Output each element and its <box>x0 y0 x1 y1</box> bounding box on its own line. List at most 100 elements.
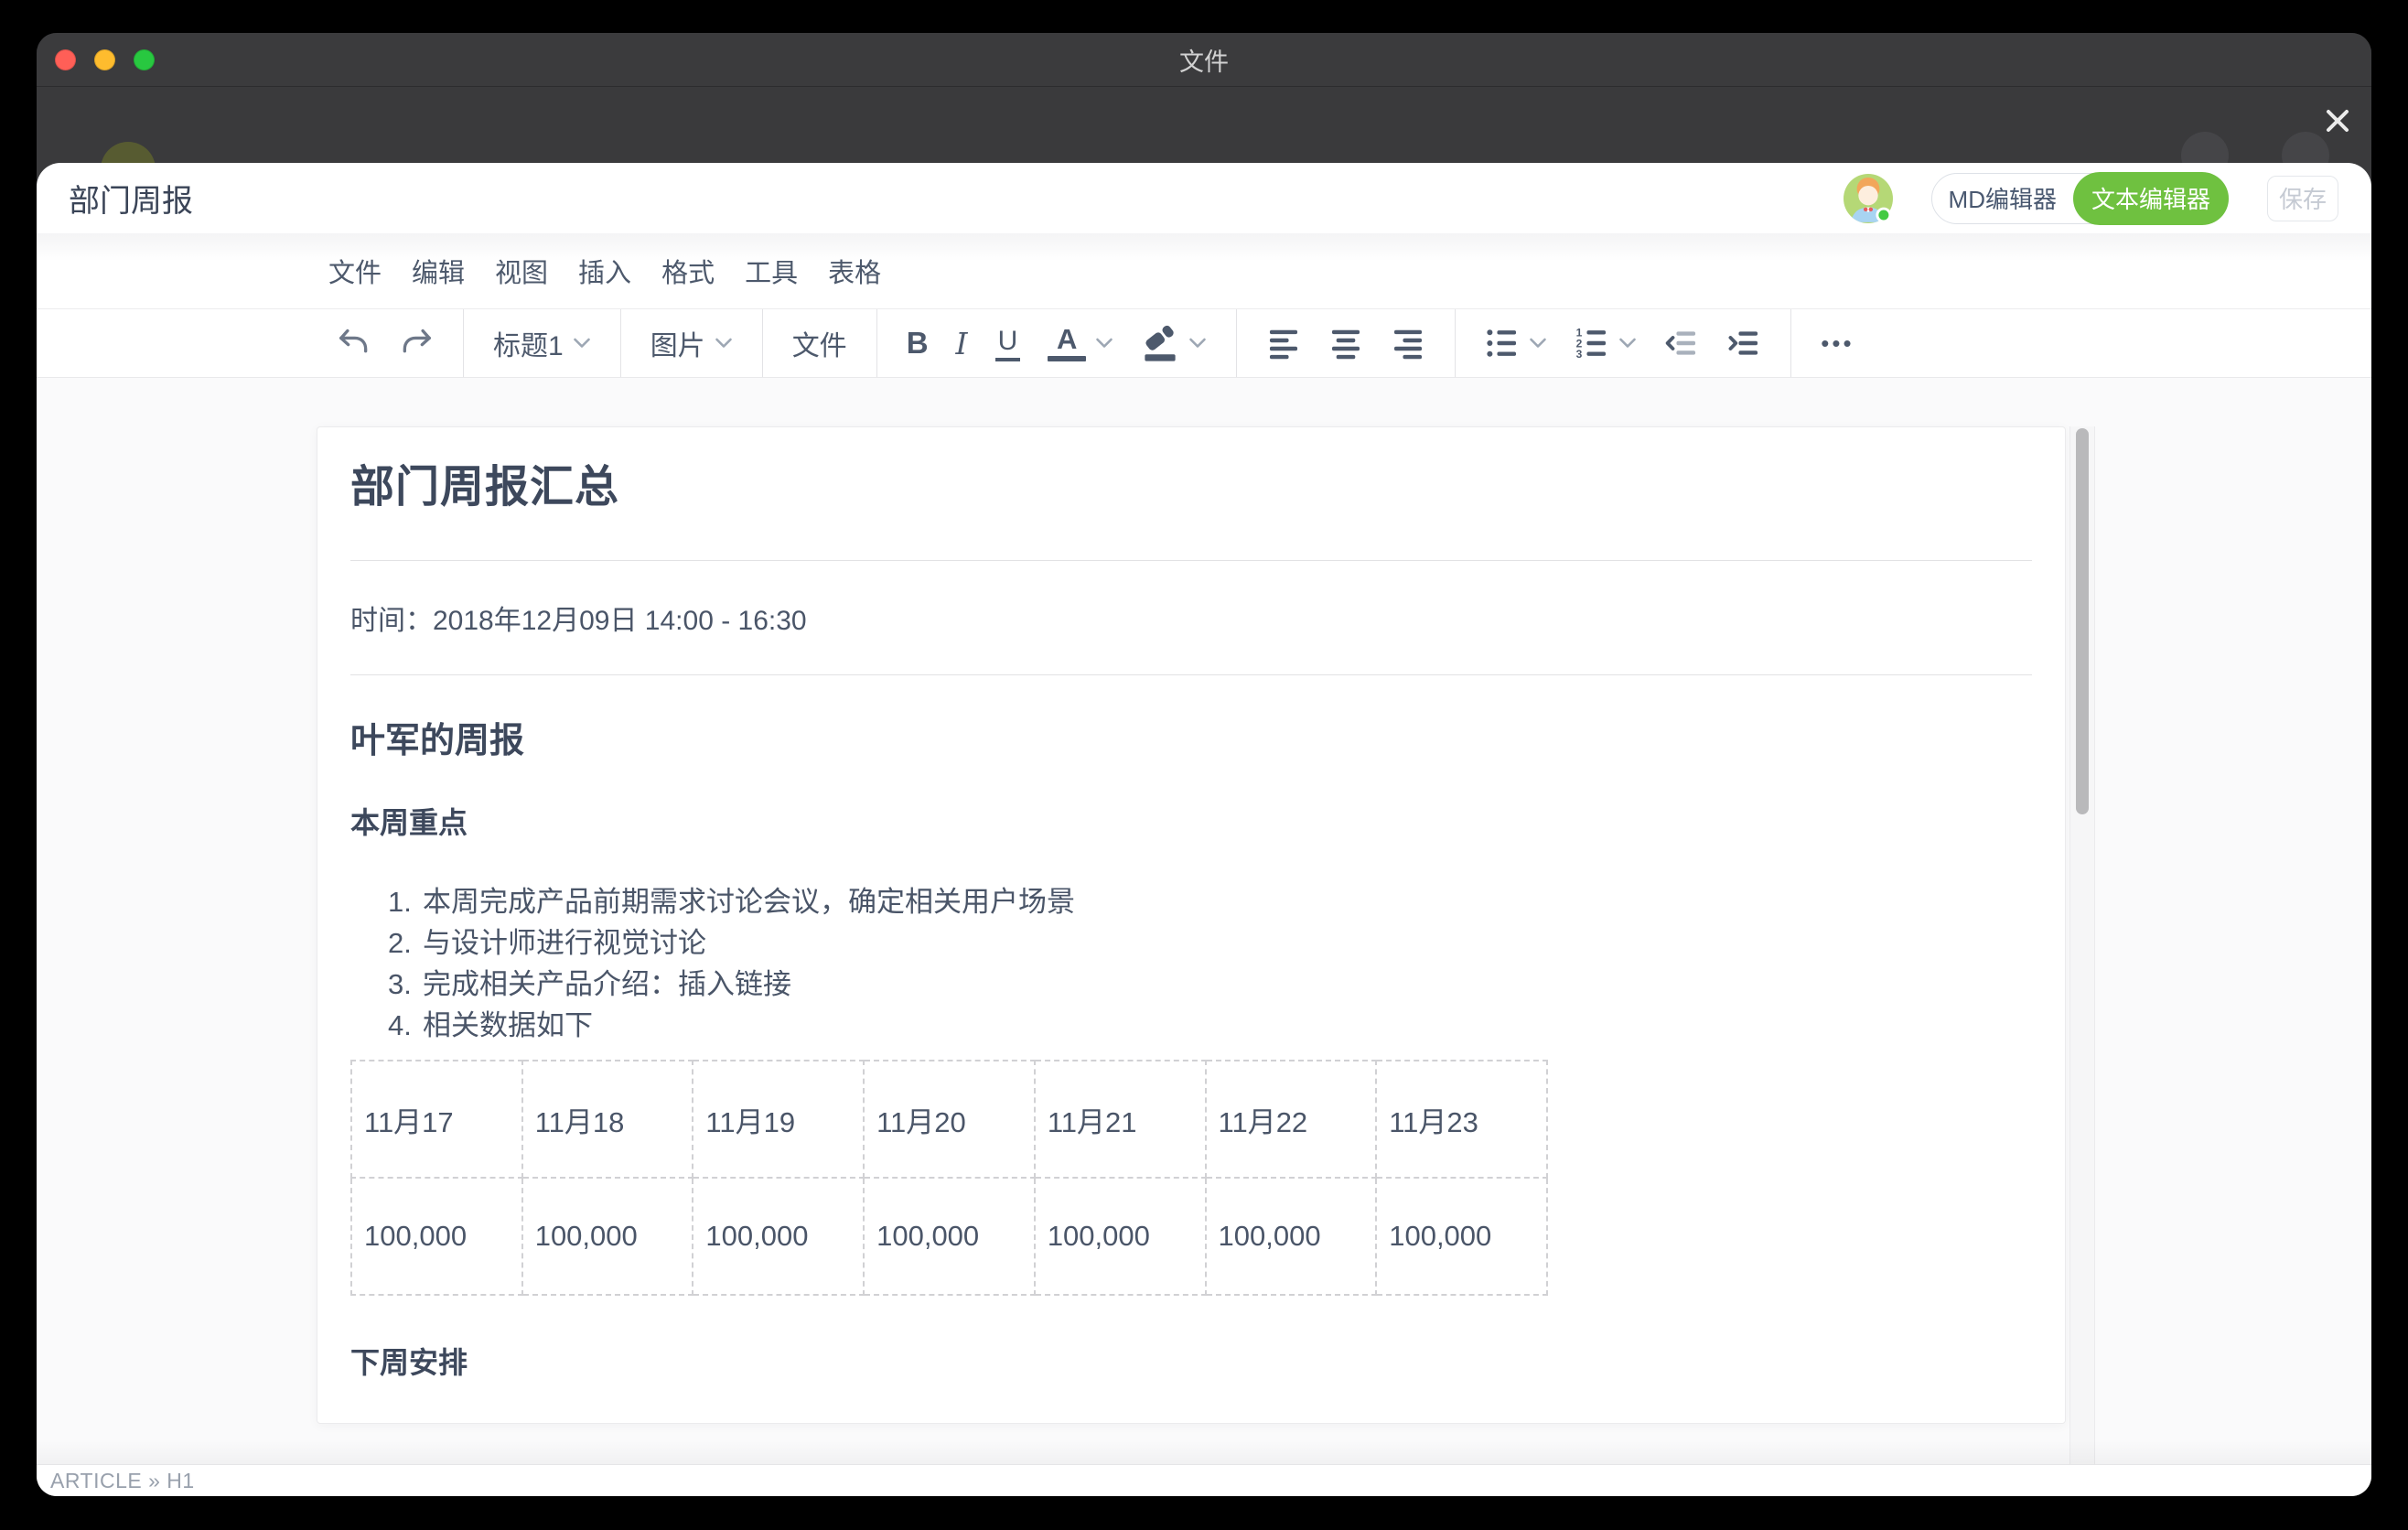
window-title: 文件 <box>1179 42 1229 78</box>
doc-heading-3-next: 下周安排 <box>350 1344 2032 1381</box>
list-text: 与设计师进行视觉讨论 <box>423 922 706 964</box>
scrollbar-thumb[interactable] <box>2076 428 2089 814</box>
more-tools-button[interactable]: ••• <box>1821 329 1854 358</box>
list-item: 1. 本周完成产品前期需求讨论会议，确定相关用户场景 <box>350 881 2032 922</box>
doc-heading-2: 叶军的周报 <box>350 721 2032 763</box>
outdent-button[interactable] <box>1664 326 1699 361</box>
numbered-list-button[interactable]: 1 2 3 <box>1575 326 1637 361</box>
indent-button[interactable] <box>1726 326 1761 361</box>
table-cell[interactable]: 100,000 <box>693 1178 864 1295</box>
text-editor-button[interactable]: 文本编辑器 <box>2073 172 2229 225</box>
list-marker: 4. <box>388 1005 423 1046</box>
bold-button[interactable]: B <box>907 326 929 361</box>
doc-time-line: 时间：2018年12月09日 14:00 - 16:30 <box>350 603 2032 640</box>
insert-file-button[interactable]: 文件 <box>792 323 847 363</box>
menu-item-edit[interactable]: 编辑 <box>412 252 465 290</box>
menu-item-format[interactable]: 格式 <box>661 252 715 290</box>
insert-image-dropdown[interactable]: 图片 <box>650 323 733 363</box>
table-cell[interactable]: 100,000 <box>1206 1178 1377 1295</box>
document-page[interactable]: 部门周报汇总 时间：2018年12月09日 14:00 - 16:30 叶军的周… <box>317 426 2066 1424</box>
divider <box>350 560 2032 561</box>
dim-overlay: 部门周报 <box>37 87 2371 1496</box>
menu-item-insert[interactable]: 插入 <box>578 252 631 290</box>
zoom-traffic-button[interactable] <box>134 49 155 70</box>
highlight-color-button[interactable] <box>1141 324 1207 362</box>
insert-image-label: 图片 <box>650 323 705 363</box>
outdent-icon <box>1664 326 1699 361</box>
align-left-icon <box>1266 326 1301 361</box>
align-right-icon <box>1391 326 1425 361</box>
italic-button[interactable]: I <box>956 326 968 361</box>
table-cell[interactable]: 11月18 <box>522 1061 693 1178</box>
close-traffic-button[interactable] <box>55 49 76 70</box>
align-left-button[interactable] <box>1266 326 1301 361</box>
avatar[interactable] <box>1844 174 1893 223</box>
redo-button[interactable] <box>399 326 434 361</box>
undo-button[interactable] <box>337 326 371 361</box>
chevron-down-icon <box>1188 338 1207 349</box>
list-marker: 1. <box>388 881 423 922</box>
list-marker: 2. <box>388 922 423 964</box>
toolbar: 标题1 图片 文件 <box>37 308 2371 378</box>
heading-style-label: 标题1 <box>493 323 564 363</box>
underline-button[interactable]: U <box>995 326 1021 361</box>
close-icon[interactable] <box>2322 105 2353 136</box>
align-right-button[interactable] <box>1391 326 1425 361</box>
element-path-breadcrumb: ARTICLE » H1 <box>50 1469 195 1493</box>
font-color-button[interactable]: A <box>1048 325 1113 361</box>
ordered-list: 1. 本周完成产品前期需求讨论会议，确定相关用户场景 2. 与设计师进行视觉讨论… <box>350 881 2032 1046</box>
table-cell[interactable]: 11月21 <box>1035 1061 1206 1178</box>
divider <box>350 674 2032 675</box>
menu-item-table[interactable]: 表格 <box>828 252 881 290</box>
minimize-traffic-button[interactable] <box>94 49 115 70</box>
menu-item-view[interactable]: 视图 <box>495 252 548 290</box>
chevron-down-icon <box>573 338 591 349</box>
doc-heading-3-week: 本周重点 <box>350 804 2032 841</box>
table-cell[interactable]: 11月22 <box>1206 1061 1377 1178</box>
app-window: 文件 部门周报 <box>37 33 2371 1496</box>
table-cell[interactable]: 100,000 <box>1376 1178 1547 1295</box>
table-cell[interactable]: 100,000 <box>351 1178 522 1295</box>
chevron-down-icon <box>1529 338 1547 349</box>
table-cell[interactable]: 11月20 <box>864 1061 1035 1178</box>
save-button[interactable]: 保存 <box>2267 176 2338 221</box>
redo-icon <box>399 326 434 361</box>
list-text: 相关数据如下 <box>423 1005 593 1046</box>
table-header-row: 11月17 11月18 11月19 11月20 11月21 11月22 11月2… <box>351 1061 1547 1178</box>
chevron-down-icon <box>1618 338 1637 349</box>
menu-bar: 文件 编辑 视图 插入 格式 工具 表格 <box>37 233 2371 308</box>
document-modal: 部门周报 <box>37 163 2371 1496</box>
menu-item-tools[interactable]: 工具 <box>745 252 798 290</box>
traffic-lights <box>55 33 155 86</box>
table-cell[interactable]: 11月17 <box>351 1061 522 1178</box>
bullet-list-icon <box>1485 326 1520 361</box>
list-marker: 3. <box>388 964 423 1005</box>
highlight-pen-icon <box>1141 324 1179 362</box>
editor-mode-toggle: MD编辑器 文本编辑器 <box>1931 173 2229 224</box>
table-cell[interactable]: 11月19 <box>693 1061 864 1178</box>
status-bar: ARTICLE » H1 <box>37 1464 2371 1496</box>
list-text: 本周完成产品前期需求讨论会议，确定相关用户场景 <box>423 881 1075 922</box>
online-status-dot <box>1876 209 1889 221</box>
editor-area: 部门周报汇总 时间：2018年12月09日 14:00 - 16:30 叶军的周… <box>37 378 2371 1464</box>
menu-item-file[interactable]: 文件 <box>328 252 382 290</box>
heading-style-dropdown[interactable]: 标题1 <box>493 323 591 363</box>
list-item: 4. 相关数据如下 <box>350 1005 2032 1046</box>
md-editor-button[interactable]: MD编辑器 <box>1932 181 2073 215</box>
list-item: 2. 与设计师进行视觉讨论 <box>350 922 2032 964</box>
indent-icon <box>1726 326 1761 361</box>
svg-text:3: 3 <box>1576 348 1583 361</box>
numbered-list-icon: 1 2 3 <box>1575 326 1609 361</box>
bullet-list-button[interactable] <box>1485 326 1547 361</box>
table-cell[interactable]: 100,000 <box>864 1178 1035 1295</box>
list-item: 3. 完成相关产品介绍：插入链接 <box>350 964 2032 1005</box>
align-center-button[interactable] <box>1328 326 1363 361</box>
table-cell[interactable]: 100,000 <box>1035 1178 1206 1295</box>
scrollbar-track[interactable] <box>2069 426 2095 1464</box>
list-text: 完成相关产品介绍：插入链接 <box>423 964 791 1005</box>
table-cell[interactable]: 11月23 <box>1376 1061 1547 1178</box>
chevron-down-icon <box>715 338 733 349</box>
font-color-icon: A <box>1048 325 1086 361</box>
table-cell[interactable]: 100,000 <box>522 1178 693 1295</box>
titlebar: 文件 <box>37 33 2371 87</box>
